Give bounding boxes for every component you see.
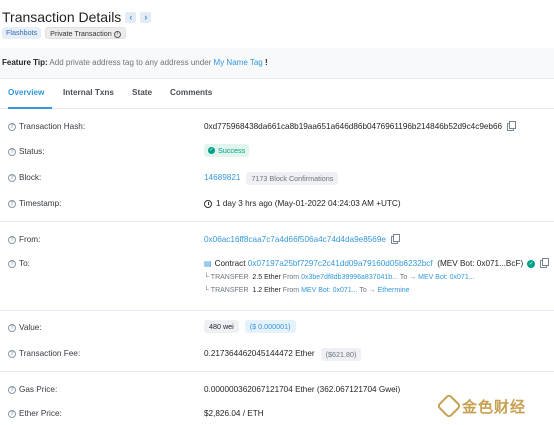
help-icon[interactable]: ?	[8, 123, 16, 131]
status-value: Success	[218, 146, 246, 155]
to-address-link[interactable]: 0x07197a25bf7297c2c41dd09a79160d05b6232b…	[248, 256, 433, 272]
fee-row: ? Transaction Fee: 0.217364462045144472 E…	[0, 346, 554, 362]
gas-price-label: Gas Price:	[19, 385, 58, 394]
contract-icon: ▤	[204, 259, 212, 268]
tx-hash-value: 0xd775968438da661ca8b19aa651a646d86b0476…	[204, 122, 503, 131]
timestamp-label: Timestamp:	[19, 199, 62, 208]
feature-tip-text: Add private address tag to any address u…	[49, 58, 212, 67]
page-header: Transaction Details ‹ › Flashbots Privat…	[0, 0, 554, 48]
from-row: ? From: 0x06ac16ff8caa7c7a4d66f506a4c74d4…	[0, 232, 554, 248]
block-label: Block:	[19, 173, 42, 182]
value-row: ? Value: 480 wei ($ 0.000001)	[0, 320, 554, 336]
ether-price-value: $2,826.04 / ETH	[204, 409, 264, 418]
transfer-from-link[interactable]: MEV Bot: 0x071...	[301, 287, 357, 294]
fee-amount: 0.217364462045144472 Ether	[204, 349, 315, 358]
feature-tip-suffix: !	[264, 58, 268, 67]
transfer-arrow-icon: └	[204, 274, 209, 281]
copy-icon[interactable]	[390, 234, 400, 244]
status-label: Status:	[19, 147, 45, 156]
feature-tip-label: Feature Tip:	[2, 58, 48, 67]
transfer-amount: 1.2 Ether	[252, 287, 281, 294]
from-label: From:	[19, 235, 41, 244]
divider	[0, 221, 554, 222]
transfer-row: └ TRANSFER 2.5 Ether From 0x3be7df8db399…	[204, 272, 475, 284]
help-icon[interactable]: ?	[8, 200, 16, 208]
tab-internal-txns[interactable]: Internal Txns	[63, 79, 114, 109]
help-icon[interactable]: ?	[8, 324, 16, 332]
check-circle-icon: ✓	[208, 147, 215, 154]
private-transaction-label: Private Transaction	[50, 29, 112, 38]
to-tag: (MEV Bot: 0x071...BcF)	[437, 259, 524, 268]
to-row: ? To: ▤ Contract 0x07197a25bf7297c2c41dd09…	[0, 256, 554, 272]
value-usd: ($ 0.000001)	[244, 320, 296, 333]
from-address-link[interactable]: 0x06ac16ff8caa7c7a4d66f506a4c74d4da9e856…	[204, 232, 386, 248]
transfer-to-label: To →	[399, 274, 417, 281]
clock-icon	[204, 200, 212, 208]
help-icon[interactable]: ?	[8, 260, 16, 268]
chevron-right-icon[interactable]: ›	[140, 11, 152, 23]
tx-hash-label: Transaction Hash:	[19, 122, 86, 131]
ether-price-label: Ether Price:	[19, 409, 62, 418]
transfer-keyword: TRANSFER	[210, 274, 249, 281]
tab-overview[interactable]: Overview	[8, 79, 52, 109]
status-row: ? Status: ✓ Success	[0, 144, 554, 160]
gas-price-value: 0.000000362067121704 Ether (362.06712170…	[204, 385, 401, 394]
help-icon[interactable]: ?	[8, 386, 16, 394]
block-row: ? Block: 14689821 7173 Block Confirmations	[0, 170, 554, 186]
copy-icon[interactable]	[540, 258, 550, 268]
divider	[0, 371, 554, 372]
my-name-tag-link[interactable]: My Name Tag	[214, 58, 263, 67]
help-icon[interactable]: ?	[8, 174, 16, 182]
watermark: 金色财经	[436, 393, 550, 419]
transfer-from-label: From	[282, 274, 300, 281]
transfer-to-label: To →	[359, 287, 376, 294]
copy-icon[interactable]	[507, 121, 517, 131]
tx-hash-row: ? Transaction Hash: 0xd775968438da661ca8b…	[0, 119, 554, 135]
transfer-amount: 2.5 Ether	[252, 274, 281, 281]
page-title: Transaction Details	[2, 9, 122, 25]
verified-check-icon: ✓	[527, 260, 536, 268]
info-icon: i	[113, 30, 121, 38]
timestamp-value: 1 day 3 hrs ago (May-01-2022 04:24:03 AM…	[216, 199, 401, 208]
watermark-text: 金色财经	[462, 398, 527, 416]
tab-comments[interactable]: Comments	[170, 79, 212, 109]
to-prefix: Contract	[214, 259, 246, 268]
flashbots-badge[interactable]: Flashbots	[2, 27, 42, 39]
feature-tip: Feature Tip: Add private address tag to …	[2, 58, 268, 67]
transfer-row: └ TRANSFER 1.2 Ether From MEV Bot: 0x071…	[204, 285, 410, 297]
transfer-keyword: TRANSFER	[210, 287, 249, 294]
help-icon[interactable]: ?	[8, 148, 16, 156]
fee-usd: ($621.80)	[320, 347, 362, 361]
timestamp-row: ? Timestamp: 1 day 3 hrs ago (May-01-2022…	[0, 196, 554, 212]
fee-label: Transaction Fee:	[19, 349, 81, 358]
tab-bar: Overview Internal Txns State Comments	[0, 79, 554, 109]
help-icon[interactable]: ?	[8, 350, 16, 358]
value-amount: 480 wei	[204, 320, 239, 333]
private-transaction-badge[interactable]: Private Transaction i	[45, 27, 126, 39]
chevron-left-icon[interactable]: ‹	[125, 11, 137, 23]
help-icon[interactable]: ?	[8, 410, 16, 418]
watermark-logo-icon	[436, 393, 462, 419]
value-label: Value:	[19, 323, 42, 332]
transfer-to-link[interactable]: MEV Bot: 0x071...	[418, 274, 474, 281]
status-badge: ✓ Success	[204, 144, 250, 157]
tab-state[interactable]: State	[132, 79, 152, 109]
help-icon[interactable]: ?	[8, 236, 16, 244]
to-label: To:	[19, 259, 30, 268]
transaction-card: Overview Internal Txns State Comments ? T…	[0, 78, 554, 425]
transfer-from-label: From	[282, 287, 300, 294]
transfer-arrow-icon: └	[204, 287, 209, 294]
transfer-to-link[interactable]: Ethermine	[378, 287, 410, 294]
transfer-from-link[interactable]: 0x3be7df8db39996a837041b...	[301, 274, 398, 281]
divider	[0, 310, 554, 311]
block-link[interactable]: 14689821	[204, 170, 240, 186]
confirmations-badge: 7173 Block Confirmations	[246, 171, 339, 185]
